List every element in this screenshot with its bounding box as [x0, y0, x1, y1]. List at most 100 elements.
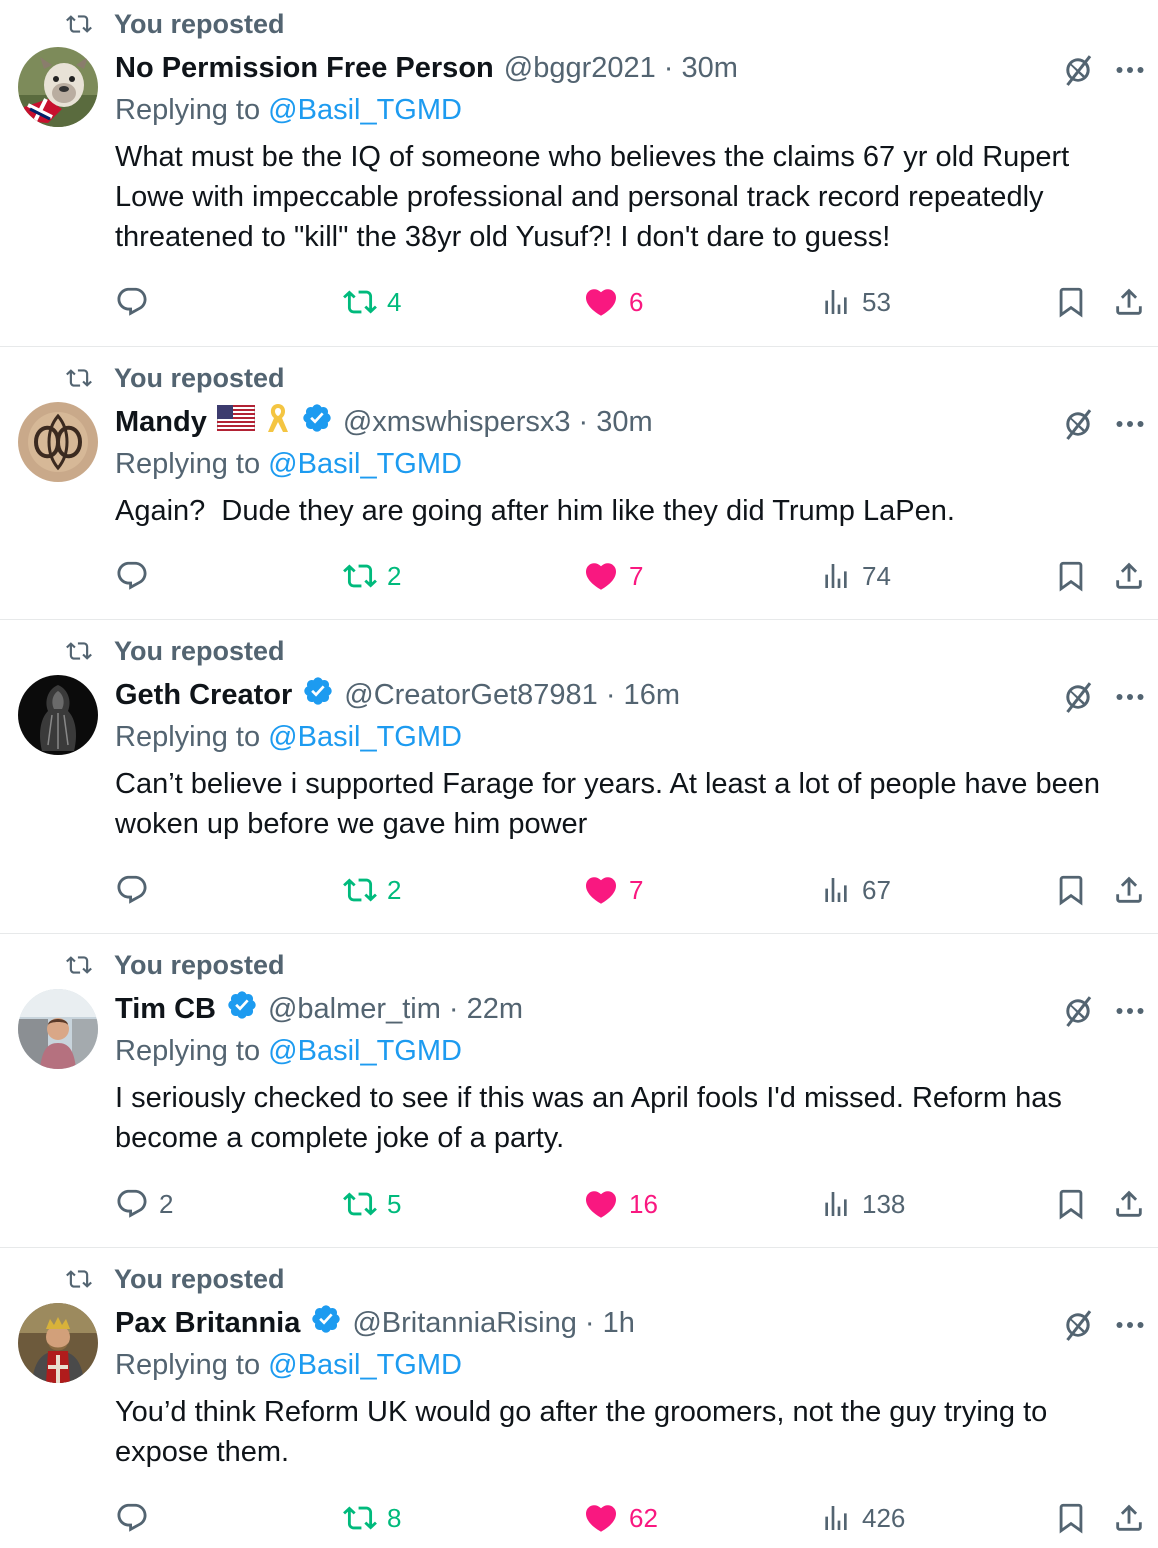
share-icon: [1112, 1501, 1146, 1535]
more-icon[interactable]: [1112, 406, 1148, 442]
views-icon: [820, 286, 852, 318]
bookmark-icon: [1054, 1501, 1088, 1535]
like-button[interactable]: 16: [583, 1184, 658, 1224]
replying-to: Replying to @Basil_TGMD: [115, 1349, 462, 1382]
reply-icon: [115, 1501, 149, 1535]
view-count: 426: [862, 1502, 906, 1533]
views-icon: [820, 1188, 852, 1220]
author-handle-time[interactable]: @bggr2021 · 30m: [504, 52, 738, 85]
like-count: 7: [629, 874, 644, 905]
like-count: 62: [629, 1502, 658, 1533]
like-button[interactable]: 7: [583, 556, 643, 596]
reply-button[interactable]: [115, 1498, 159, 1538]
like-button[interactable]: 7: [583, 870, 643, 910]
replying-to: Replying to @Basil_TGMD: [115, 448, 462, 481]
repost-icon: [343, 873, 377, 907]
post-header: Mandy @xmswhispersx3 · 30m: [115, 404, 653, 440]
grok-icon[interactable]: [1060, 406, 1096, 442]
avatar[interactable]: [18, 1303, 98, 1383]
repost-button[interactable]: 2: [343, 870, 401, 910]
grok-icon[interactable]: [1060, 52, 1096, 88]
grok-icon[interactable]: [1060, 1307, 1096, 1343]
post-2[interactable]: You reposted Mandy @xmswhispersx3 · 30m …: [0, 347, 1158, 619]
post-text: I seriously checked to see if this was a…: [115, 1082, 1062, 1154]
bookmark-button[interactable]: [1054, 870, 1088, 910]
grok-icon[interactable]: [1060, 679, 1096, 715]
reply-button[interactable]: [115, 556, 159, 596]
post-text: What must be the IQ of someone who belie…: [115, 141, 1070, 253]
replying-to-label: Replying to: [115, 94, 269, 126]
author-handle-time[interactable]: @CreatorGet87981 · 16m: [344, 679, 680, 712]
bookmark-button[interactable]: [1054, 1184, 1088, 1224]
post-header: Pax Britannia @BritanniaRising · 1h: [115, 1305, 635, 1341]
more-icon[interactable]: [1112, 993, 1148, 1029]
avatar[interactable]: [18, 402, 98, 482]
views-button[interactable]: 74: [820, 556, 891, 596]
avatar[interactable]: [18, 989, 98, 1069]
repost-label: You reposted: [114, 1263, 285, 1294]
author-handle-time[interactable]: @BritanniaRising · 1h: [352, 1307, 635, 1340]
share-button[interactable]: [1112, 556, 1146, 596]
like-button[interactable]: 62: [583, 1498, 658, 1538]
repost-button[interactable]: 2: [343, 556, 401, 596]
post-1[interactable]: You reposted No Permission Free Person @…: [0, 0, 1158, 346]
repost-count: 2: [387, 874, 402, 905]
author-handle-time[interactable]: @xmswhispersx3 · 30m: [343, 406, 653, 439]
reply-button[interactable]: [115, 282, 159, 322]
views-icon: [820, 874, 852, 906]
views-icon: [820, 560, 852, 592]
share-icon: [1112, 559, 1146, 593]
views-button[interactable]: 67: [820, 870, 891, 910]
repost-icon: [343, 1501, 377, 1535]
share-button[interactable]: [1112, 1184, 1146, 1224]
views-button[interactable]: 53: [820, 282, 891, 322]
repost-count: 8: [387, 1502, 402, 1533]
action-bar: 8 62 426: [0, 1498, 1158, 1538]
reply-button[interactable]: [115, 870, 159, 910]
more-icon[interactable]: [1112, 1307, 1148, 1343]
mention-link[interactable]: @Basil_TGMD: [268, 448, 462, 480]
avatar[interactable]: [18, 47, 98, 127]
author-name[interactable]: Geth Creator: [115, 679, 292, 712]
repost-indicator: You reposted: [62, 636, 285, 666]
author-name[interactable]: Pax Britannia: [115, 1307, 300, 1340]
author-handle-time[interactable]: @balmer_tim · 22m: [268, 993, 523, 1026]
author-name[interactable]: Tim CB: [115, 993, 216, 1026]
author-name[interactable]: Mandy: [115, 406, 207, 439]
views-button[interactable]: 138: [820, 1184, 905, 1224]
repost-button[interactable]: 8: [343, 1498, 401, 1538]
bookmark-icon: [1054, 1187, 1088, 1221]
us-flag-icon: [216, 404, 256, 439]
view-count: 138: [862, 1188, 906, 1219]
repost-button[interactable]: 4: [343, 282, 401, 322]
mention-link[interactable]: @Basil_TGMD: [268, 1349, 462, 1381]
post-3[interactable]: You reposted Geth Creator @CreatorGet879…: [0, 620, 1158, 933]
timeline-feed: You reposted No Permission Free Person @…: [0, 0, 1158, 1548]
reply-icon: [115, 285, 149, 319]
views-button[interactable]: 426: [820, 1498, 905, 1538]
bookmark-button[interactable]: [1054, 1498, 1088, 1538]
author-name[interactable]: No Permission Free Person: [115, 52, 494, 85]
post-header: Geth Creator @CreatorGet87981 · 16m: [115, 677, 680, 713]
more-icon[interactable]: [1112, 679, 1148, 715]
repost-button[interactable]: 5: [343, 1184, 401, 1224]
like-button[interactable]: 6: [583, 282, 643, 322]
post-5[interactable]: You reposted Pax Britannia @BritanniaRis…: [0, 1248, 1158, 1548]
share-button[interactable]: [1112, 1498, 1146, 1538]
bookmark-button[interactable]: [1054, 282, 1088, 322]
reply-button[interactable]: 2: [115, 1184, 173, 1224]
mention-link[interactable]: @Basil_TGMD: [268, 1035, 462, 1067]
bookmark-button[interactable]: [1054, 556, 1088, 596]
avatar[interactable]: [18, 675, 98, 755]
mention-link[interactable]: @Basil_TGMD: [268, 94, 462, 126]
share-button[interactable]: [1112, 870, 1146, 910]
mention-link[interactable]: @Basil_TGMD: [268, 721, 462, 753]
grok-icon[interactable]: [1060, 993, 1096, 1029]
view-count: 74: [862, 560, 891, 591]
repost-icon: [62, 1266, 96, 1292]
share-icon: [1112, 1187, 1146, 1221]
repost-label: You reposted: [114, 949, 285, 980]
share-button[interactable]: [1112, 282, 1146, 322]
more-icon[interactable]: [1112, 52, 1148, 88]
post-4[interactable]: You reposted Tim CB @balmer_tim · 22m Re…: [0, 934, 1158, 1247]
